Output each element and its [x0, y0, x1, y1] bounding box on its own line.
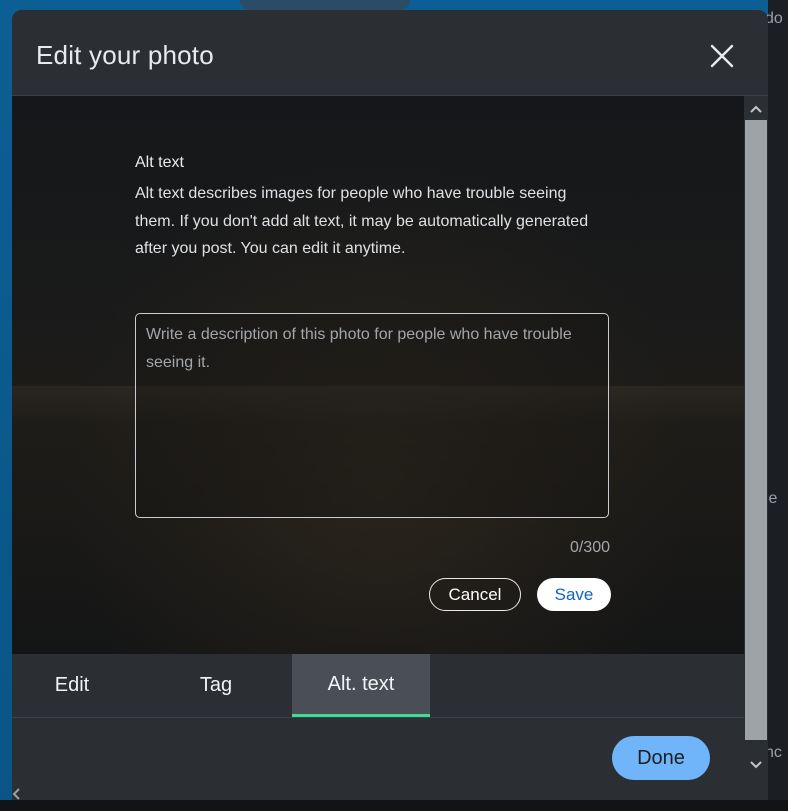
- tab-edit[interactable]: Edit: [12, 654, 132, 717]
- done-button[interactable]: Done: [612, 736, 710, 780]
- tab-alt-text[interactable]: Alt. text: [292, 654, 430, 717]
- dialog-header: Edit your photo: [12, 10, 768, 96]
- cancel-button[interactable]: Cancel: [429, 578, 521, 611]
- chevron-down-icon: [750, 761, 762, 769]
- background-pill: [240, 0, 410, 10]
- alt-text-label: Alt text: [135, 154, 184, 171]
- alt-text-panel: Alt text Alt text describes images for p…: [12, 96, 744, 654]
- background-bottom: [0, 800, 788, 811]
- photo-edit-tabs: Edit Tag Alt. text: [12, 654, 744, 718]
- save-button[interactable]: Save: [537, 578, 611, 611]
- background-page-edge: do ie hc: [765, 0, 788, 811]
- close-button[interactable]: [702, 36, 742, 76]
- edit-photo-dialog: Edit your photo Alt text Alt text descri…: [12, 10, 768, 800]
- dialog-footer: Done: [12, 718, 744, 800]
- scroll-left-icon[interactable]: [12, 788, 24, 800]
- vertical-scrollbar[interactable]: [744, 96, 768, 800]
- scrollbar-thumb[interactable]: [745, 120, 767, 740]
- tab-tag[interactable]: Tag: [152, 654, 280, 717]
- chevron-up-icon: [750, 105, 762, 113]
- character-count: 0/300: [569, 539, 610, 556]
- screen: do ie hc Edit your photo Alt text Alt te…: [0, 0, 788, 811]
- dialog-title: Edit your photo: [36, 40, 214, 70]
- scroll-down-button[interactable]: [748, 758, 764, 772]
- alt-text-description: Alt text describes images for people who…: [135, 185, 589, 257]
- alt-text-input[interactable]: [135, 313, 609, 518]
- scroll-up-button[interactable]: [748, 102, 764, 116]
- close-icon: [710, 44, 734, 68]
